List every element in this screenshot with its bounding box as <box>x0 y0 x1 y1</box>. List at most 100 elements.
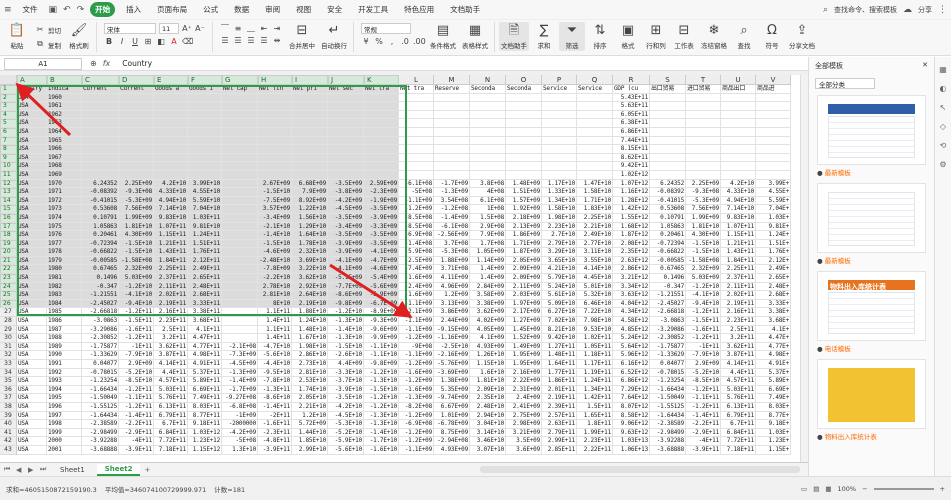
cell[interactable] <box>292 170 328 180</box>
cell[interactable]: 5.03E+11 <box>154 385 188 395</box>
cell[interactable]: 5.37E+ <box>756 368 791 378</box>
cell[interactable] <box>721 93 756 103</box>
cell[interactable]: 1.95E+09 <box>506 360 542 369</box>
italic-icon[interactable]: I <box>117 37 127 46</box>
cell[interactable]: USA <box>17 334 47 343</box>
cell[interactable] <box>292 162 328 171</box>
cell[interactable]: -1.1E+09 <box>399 325 434 335</box>
cell[interactable] <box>119 170 154 180</box>
cell[interactable]: -1.5E+10 <box>258 188 292 197</box>
cell[interactable]: -2.2E+10 <box>258 274 292 283</box>
cell[interactable]: -0.66822 <box>82 248 119 257</box>
percent-icon[interactable]: % <box>374 37 384 46</box>
cell[interactable]: 1.86E+09 <box>506 231 542 240</box>
zoom-out-icon[interactable]: − <box>862 485 867 493</box>
cell[interactable]: -1.50049 <box>82 394 119 403</box>
cell[interactable]: -5E+08 <box>399 188 434 197</box>
cell[interactable] <box>82 145 119 154</box>
cell[interactable]: 4.96E+09 <box>434 282 470 292</box>
cell[interactable]: 2.53E+10 <box>292 377 328 386</box>
cell[interactable]: -1.5E+10 <box>258 239 292 249</box>
cell[interactable]: 1996 <box>47 402 82 412</box>
indent-left-icon[interactable]: ⇤ <box>259 24 269 33</box>
menu-formulas[interactable]: 公式 <box>198 2 223 17</box>
cell[interactable]: 1.77E+11 <box>542 368 577 378</box>
cell[interactable] <box>506 127 542 137</box>
cell[interactable]: 7.98E+10 <box>577 317 613 326</box>
cell[interactable]: 7.14E+10 <box>154 205 188 214</box>
cell[interactable]: 2.63E+12 <box>613 256 650 266</box>
cell[interactable]: 6.69E+ <box>756 385 791 395</box>
cell[interactable] <box>222 334 258 343</box>
cell[interactable]: 2.32E+09 <box>686 265 721 275</box>
cell[interactable]: 3.86E+09 <box>434 308 470 318</box>
cell[interactable]: 7.18E+11 <box>154 445 188 455</box>
cell[interactable]: -1.58E+08 <box>686 256 721 266</box>
cell[interactable]: 2.05E+10 <box>292 394 328 403</box>
cell[interactable]: -8.5E+10 <box>686 377 721 386</box>
cell[interactable]: -2.4E+09 <box>399 282 434 292</box>
filter-button[interactable]: ⏷ 筛选 <box>559 22 585 51</box>
cell[interactable]: -5.1E+09 <box>328 274 364 283</box>
cell[interactable]: 1.45E+09 <box>506 325 542 335</box>
cell[interactable] <box>577 102 613 111</box>
page-view-icon[interactable]: ▤ <box>813 485 819 493</box>
cell[interactable]: -1.5E+10 <box>364 385 399 395</box>
cell[interactable]: -5.6E+10 <box>258 351 292 360</box>
cell[interactable]: 3.99E+10 <box>188 179 222 189</box>
cell[interactable]: -1.2E+10 <box>364 394 399 403</box>
row-header[interactable]: 30 <box>0 334 17 343</box>
cell[interactable] <box>328 119 364 128</box>
cell[interactable]: 6.67E+09 <box>434 402 470 412</box>
cell[interactable]: 1.4E+11 <box>258 317 292 326</box>
cell[interactable]: -2.45027 <box>650 299 686 309</box>
menu-review[interactable]: 审阅 <box>260 2 285 17</box>
cell[interactable] <box>506 110 542 120</box>
cell[interactable]: 6.86E+12 <box>613 377 650 386</box>
cell[interactable]: 1.14E+09 <box>470 256 506 266</box>
cell[interactable]: -7.5E+09 <box>258 196 292 206</box>
cell[interactable]: 3.04E+10 <box>470 420 506 429</box>
cell[interactable] <box>470 110 506 120</box>
cell[interactable]: -4.1E+10 <box>119 291 154 300</box>
cell[interactable]: USA <box>17 437 47 446</box>
cell[interactable]: -2.9E+11 <box>119 428 154 438</box>
cell[interactable]: USA <box>17 325 47 335</box>
cell[interactable]: -2.48E+10 <box>258 256 292 266</box>
cell[interactable]: -1.3E+11 <box>258 385 292 395</box>
cell[interactable]: 1.2E+10 <box>292 411 328 421</box>
cell[interactable] <box>364 170 399 180</box>
row-header[interactable]: 40 <box>0 420 17 429</box>
cell[interactable]: -2.38589 <box>82 420 119 429</box>
cell[interactable]: 4.34E+12 <box>613 308 650 318</box>
cell[interactable]: 1.28E+12 <box>613 196 650 206</box>
cell[interactable]: -2.38589 <box>650 420 686 429</box>
number-format-select[interactable]: 常规 <box>361 23 411 34</box>
cell[interactable] <box>258 119 292 128</box>
cell[interactable]: USA <box>17 102 47 111</box>
row-header[interactable]: 7 <box>0 136 17 146</box>
cell[interactable]: 1.02E+12 <box>613 170 650 180</box>
cell[interactable]: 商品进 <box>756 85 791 94</box>
column-header-c[interactable]: C <box>82 75 119 85</box>
cell[interactable] <box>154 170 188 180</box>
cell[interactable]: 5.03E+11 <box>721 385 756 395</box>
cell[interactable] <box>188 162 222 171</box>
cell[interactable]: -3.4E+09 <box>258 213 292 223</box>
settings-rail-icon[interactable]: ⚙ <box>939 160 946 169</box>
cell[interactable]: 1970 <box>47 179 82 189</box>
cell[interactable]: 1.17E+11 <box>577 360 613 369</box>
cell[interactable]: 1.24E+10 <box>292 317 328 326</box>
cell[interactable]: -6.78E+09 <box>434 420 470 429</box>
cell[interactable]: USA <box>17 394 47 403</box>
zoom-slider[interactable] <box>873 487 934 490</box>
zoom-level[interactable]: 100% <box>838 485 857 493</box>
cell[interactable]: 2.32E+10 <box>292 248 328 257</box>
cell[interactable]: 5.59E+ <box>756 196 791 206</box>
cell[interactable]: -1.2E+09 <box>399 205 434 214</box>
row-header[interactable]: 41 <box>0 428 17 438</box>
cell[interactable]: 4.14E+11 <box>721 360 756 369</box>
cell[interactable] <box>506 162 542 171</box>
cell[interactable]: -3.5E+09 <box>328 213 364 223</box>
cell[interactable]: -1.1E+09 <box>399 196 434 206</box>
